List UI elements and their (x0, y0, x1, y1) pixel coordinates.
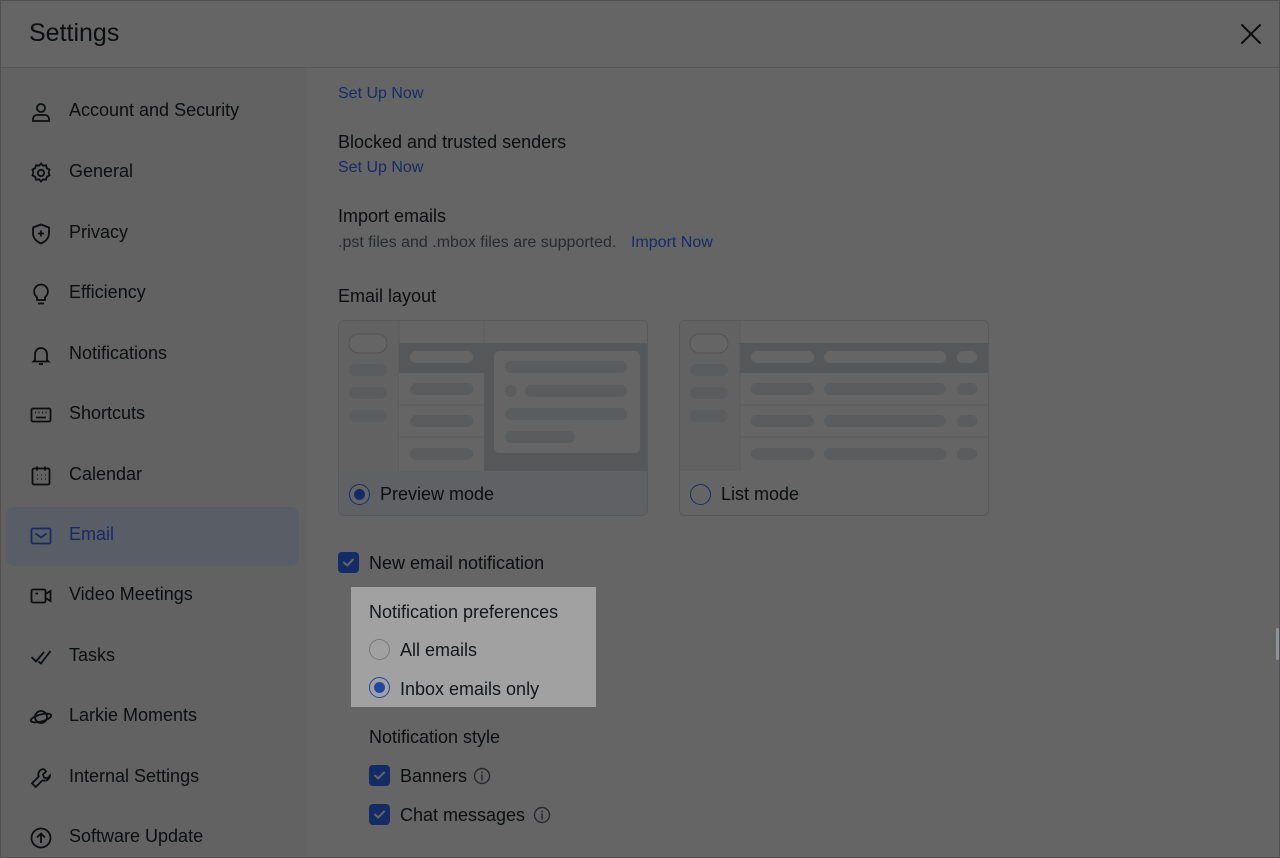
import-emails-title: Import emails (338, 206, 447, 226)
sidebar-item-label: Larkie Moments (69, 705, 198, 725)
wrench-icon (29, 766, 53, 790)
list-mode-illustration (680, 321, 988, 471)
set-up-now-link[interactable]: Set Up Now (338, 85, 423, 103)
list-mode-radio[interactable] (690, 484, 711, 505)
upload-arrow-icon (29, 826, 53, 850)
new-email-notification-checkbox[interactable] (338, 552, 359, 573)
settings-window: Settings Account and Security General Pr… (0, 0, 1280, 858)
sidebar-item-email[interactable]: Email (6, 507, 299, 566)
blocked-senders-setup-link[interactable]: Set Up Now (338, 159, 423, 177)
sidebar-item-label: Tasks (69, 645, 116, 665)
inbox-emails-only-label: Inbox emails only (400, 679, 540, 699)
preview-mode-illustration (339, 321, 647, 471)
import-now-link[interactable]: Import Now (631, 234, 713, 252)
list-mode-card[interactable]: List mode (679, 320, 989, 516)
preview-mode-radio[interactable] (349, 484, 370, 505)
email-settings-panel: Set Up Now Blocked and trusted senders S… (307, 68, 1279, 857)
checkmark-icon (343, 558, 354, 567)
settings-title: Settings (29, 19, 120, 47)
sidebar-item-label: Email (69, 524, 115, 544)
sidebar-item-software-update[interactable]: Software Update (6, 809, 299, 857)
settings-header: Settings (1, 1, 1279, 68)
sidebar-item-account-and-security[interactable]: Account and Security (6, 83, 299, 142)
sidebar-item-privacy[interactable]: Privacy (6, 205, 299, 264)
sidebar-item-label: Shortcuts (69, 403, 146, 423)
sidebar-item-calendar[interactable]: Calendar (6, 447, 299, 506)
sidebar-item-label: Efficiency (69, 282, 146, 302)
gear-icon (29, 161, 53, 185)
new-email-notification-label: New email notification (369, 553, 545, 573)
sidebar-item-efficiency[interactable]: Efficiency (6, 265, 299, 324)
inbox-emails-only-radio[interactable] (369, 677, 390, 698)
sidebar-item-label: Video Meetings (69, 584, 193, 604)
preview-mode-option[interactable]: Preview mode (339, 471, 647, 515)
sidebar-item-label: Privacy (69, 222, 129, 242)
banners-label: Banners (400, 766, 468, 786)
notification-style-title: Notification style (369, 727, 501, 747)
preview-mode-label: Preview mode (380, 484, 495, 504)
sidebar-item-label: General (69, 161, 134, 181)
banners-info-icon[interactable] (473, 767, 491, 785)
sidebar-item-label: Software Update (69, 826, 204, 846)
sidebar-item-notifications[interactable]: Notifications (6, 326, 299, 385)
list-mode-label: List mode (721, 484, 800, 504)
calendar-icon (29, 464, 53, 488)
video-camera-icon (29, 584, 53, 608)
shield-icon (29, 222, 53, 246)
banners-checkbox[interactable] (369, 765, 390, 786)
checkmark-icon (374, 771, 385, 780)
sidebar-item-internal-settings[interactable]: Internal Settings (6, 749, 299, 808)
planet-icon (29, 705, 53, 729)
sidebar-item-label: Account and Security (69, 100, 240, 120)
bell-icon (29, 343, 53, 367)
import-emails-description: .pst files and .mbox files are supported… (338, 234, 617, 251)
tasks-check-icon (29, 645, 53, 669)
chat-messages-info-icon[interactable] (533, 806, 551, 824)
chat-messages-label: Chat messages (400, 805, 526, 825)
blocked-senders-title: Blocked and trusted senders (338, 132, 567, 152)
sidebar-item-label: Notifications (69, 343, 168, 363)
scrollbar-thumb[interactable] (1276, 628, 1279, 660)
sidebar-item-label: Internal Settings (69, 766, 200, 786)
all-emails-label: All emails (400, 640, 478, 660)
email-layout-title: Email layout (338, 286, 437, 306)
close-icon (1241, 24, 1261, 44)
sidebar-item-larkie-moments[interactable]: Larkie Moments (6, 688, 299, 747)
sidebar-item-tasks[interactable]: Tasks (6, 628, 299, 687)
checkmark-icon (374, 810, 385, 819)
notification-preferences-title: Notification preferences (369, 602, 559, 622)
sidebar-item-label: Calendar (69, 464, 143, 484)
list-mode-option[interactable]: List mode (680, 471, 988, 515)
sidebar-item-video-meetings[interactable]: Video Meetings (6, 567, 299, 626)
all-emails-radio[interactable] (369, 639, 390, 660)
preview-mode-card[interactable]: Preview mode (338, 320, 648, 516)
sidebar-item-shortcuts[interactable]: Shortcuts (6, 386, 299, 445)
keyboard-icon (29, 403, 53, 427)
mail-icon (29, 524, 53, 548)
sidebar-item-general[interactable]: General (6, 144, 299, 203)
person-icon (29, 100, 53, 124)
lightbulb-icon (29, 282, 53, 306)
sidebar: Account and Security General Privacy Eff… (1, 68, 307, 857)
close-button[interactable] (1237, 20, 1265, 48)
chat-messages-checkbox[interactable] (369, 804, 390, 825)
